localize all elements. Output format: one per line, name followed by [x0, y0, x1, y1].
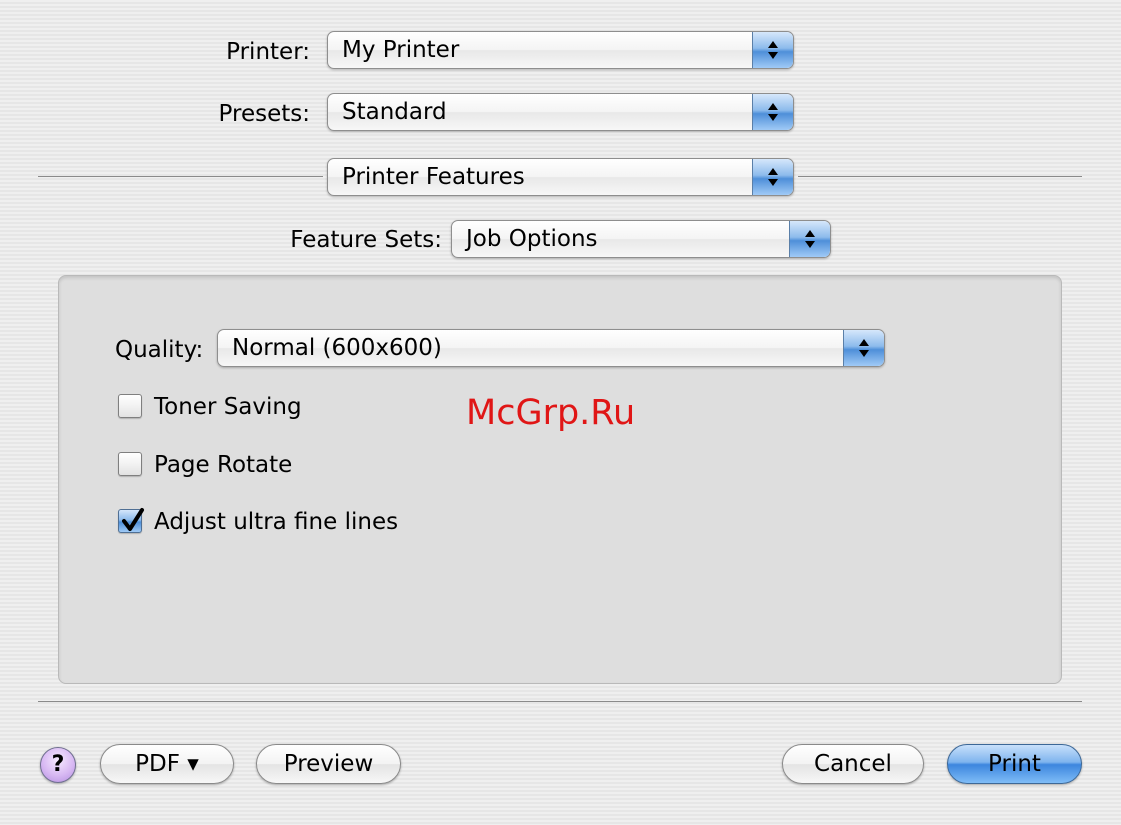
presets-popup[interactable]: Standard: [327, 93, 794, 131]
toner-saving-checkbox[interactable]: [118, 394, 142, 418]
printer-label: Printer:: [226, 39, 310, 65]
feature-sets-popup-value: Job Options: [466, 226, 598, 252]
adjust-ultra-fine-lines-label: Adjust ultra fine lines: [154, 509, 399, 535]
feature-sets-label: Feature Sets:: [290, 227, 442, 253]
separator-right: [798, 176, 1082, 177]
up-down-arrows-icon: [752, 159, 793, 195]
panel-selector-popup[interactable]: Printer Features: [327, 158, 794, 196]
up-down-arrows-icon: [843, 330, 884, 366]
printer-popup-value: My Printer: [342, 37, 460, 63]
up-down-arrows-icon: [752, 32, 793, 68]
up-down-arrows-icon: [789, 221, 830, 257]
help-button[interactable]: ?: [40, 747, 76, 783]
preview-button[interactable]: Preview: [256, 744, 401, 784]
cancel-button[interactable]: Cancel: [782, 744, 924, 784]
pdf-button[interactable]: PDF ▾: [100, 744, 234, 784]
up-down-arrows-icon: [752, 94, 793, 130]
feature-sets-popup[interactable]: Job Options: [451, 220, 831, 258]
page-rotate-label: Page Rotate: [154, 452, 293, 478]
watermark: McGrp.Ru: [466, 393, 636, 433]
presets-label: Presets:: [218, 101, 310, 127]
page-rotate-checkbox[interactable]: [118, 452, 142, 476]
quality-label: Quality:: [115, 337, 204, 363]
panel-selector-value: Printer Features: [342, 164, 525, 190]
adjust-ultra-fine-lines-checkbox[interactable]: [118, 508, 144, 533]
bottom-separator: [38, 701, 1082, 702]
printer-popup[interactable]: My Printer: [327, 31, 794, 69]
presets-popup-value: Standard: [342, 99, 447, 125]
quality-popup-value: Normal (600x600): [232, 335, 442, 361]
separator-left: [38, 176, 323, 177]
checkmark-icon: [122, 508, 144, 531]
toner-saving-label: Toner Saving: [154, 394, 302, 420]
quality-popup[interactable]: Normal (600x600): [217, 329, 885, 367]
print-button[interactable]: Print: [947, 744, 1082, 784]
